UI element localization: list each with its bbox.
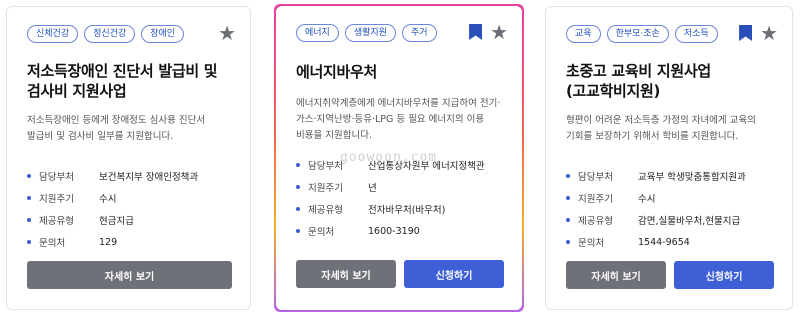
info-label: 담당부처 [39, 172, 74, 183]
bookmark-icon[interactable] [469, 24, 483, 40]
bullet-icon [27, 218, 31, 222]
apply-button[interactable]: 신청하기 [404, 260, 504, 288]
info-label: 제공유형 [39, 216, 74, 227]
info-row: 담당부처 교육부 학생맞춤통합지원과 [566, 165, 772, 187]
info-row: 제공유형 전자바우처(바우처) [296, 198, 502, 220]
info-row: 문의처 1544-9654 [566, 231, 772, 253]
info-value: 수시 [638, 194, 656, 205]
info-value: 전자바우처(바우처) [368, 205, 446, 216]
tag[interactable]: 생활지원 [344, 24, 396, 42]
favorite-star-icon[interactable]: ★ [490, 22, 508, 42]
info-row: 지원주기 수시 [27, 187, 230, 209]
bullet-icon [27, 174, 31, 178]
card-title[interactable]: 에너지바우처 [296, 62, 502, 84]
favorite-star-icon[interactable]: ★ [760, 23, 778, 43]
favorite-star-icon[interactable]: ★ [218, 23, 236, 43]
tag[interactable]: 신체건강 [27, 25, 79, 43]
apply-button[interactable]: 신청하기 [674, 261, 774, 289]
info-label: 문의처 [39, 238, 66, 249]
info-label: 문의처 [308, 227, 335, 238]
tag[interactable]: 정신건강 [84, 25, 136, 43]
tag[interactable]: 교육 [566, 25, 601, 43]
info-list: 담당부처 산업통상자원부 에너지정책관 지원주기 년 제공유형 전자바우처(바우… [296, 154, 502, 242]
info-row: 제공유형 감면,실물바우처,현물지급 [566, 209, 772, 231]
info-value: 현금지급 [99, 216, 134, 227]
service-card[interactable]: 신체건강 정신건강 장애인 ★ 저소득장애인 진단서 발급비 및 검사비 지원사… [6, 6, 251, 310]
bullet-icon [566, 174, 570, 178]
info-value: 년 [368, 183, 377, 194]
service-card[interactable]: 교육 한부모·조손 저소득 ★ 초중고 교육비 지원사업(고교학비지원) 형편이… [545, 6, 793, 310]
bullet-icon [566, 196, 570, 200]
info-row: 지원주기 수시 [566, 187, 772, 209]
info-label: 제공유형 [308, 205, 343, 216]
info-list: 담당부처 보건복지부 장애인정책과 지원주기 수시 제공유형 현금지급 문의처 … [27, 165, 230, 253]
bullet-icon [296, 207, 300, 211]
bullet-icon [296, 229, 300, 233]
card-title[interactable]: 초중고 교육비 지원사업(고교학비지원) [566, 61, 772, 103]
info-row: 문의처 1600-3190 [296, 220, 502, 242]
bullet-icon [296, 163, 300, 167]
info-value: 교육부 학생맞춤통합지원과 [638, 172, 746, 183]
tag[interactable]: 한부모·조손 [606, 25, 669, 43]
info-label: 지원주기 [39, 194, 74, 205]
info-label: 제공유형 [578, 216, 613, 227]
bullet-icon [566, 218, 570, 222]
info-value: 수시 [99, 194, 117, 205]
detail-button[interactable]: 자세히 보기 [566, 261, 666, 289]
info-row: 문의처 129 [27, 231, 230, 253]
info-value: 1544-9654 [638, 236, 690, 248]
detail-button[interactable]: 자세히 보기 [27, 261, 232, 289]
bookmark-icon[interactable] [739, 25, 753, 41]
bullet-icon [566, 240, 570, 244]
info-row: 제공유형 현금지급 [27, 209, 230, 231]
tag[interactable]: 장애인 [141, 25, 185, 43]
info-row: 담당부처 보건복지부 장애인정책과 [27, 165, 230, 187]
info-label: 문의처 [578, 238, 605, 249]
tag[interactable]: 주거 [401, 24, 437, 42]
card-description: 저소득장애인 등에게 장애정도 심사용 진단서 발급비 및 검사비 일부를 지원… [27, 115, 206, 142]
info-label: 담당부처 [578, 172, 613, 183]
info-label: 지원주기 [308, 183, 343, 194]
card-description: 형편이 어려운 저소득층 가정의 자녀에게 교육의 기회를 보장하기 위해서 학… [566, 115, 756, 142]
bullet-icon [296, 185, 300, 189]
detail-button[interactable]: 자세히 보기 [296, 260, 396, 288]
bullet-icon [27, 240, 31, 244]
tag-list: 신체건강 정신건강 장애인 [27, 25, 230, 43]
bullet-icon [27, 196, 31, 200]
info-label: 지원주기 [578, 194, 613, 205]
card-title[interactable]: 저소득장애인 진단서 발급비 및 검사비 지원사업 [27, 61, 230, 103]
info-value: 감면,실물바우처,현물지급 [638, 216, 741, 227]
info-row: 지원주기 년 [296, 176, 502, 198]
info-value: 보건복지부 장애인정책과 [99, 172, 199, 183]
info-value: 129 [99, 236, 118, 248]
info-value: 1600-3190 [368, 225, 420, 237]
tag[interactable]: 에너지 [296, 24, 339, 42]
info-list: 담당부처 교육부 학생맞춤통합지원과 지원주기 수시 제공유형 감면,실물바우처… [566, 165, 772, 253]
card-description: 에너지취약계층에게 에너지바우처를 지급하여 전기·가스·지역난방·등유·LPG… [296, 98, 501, 141]
watermark: goowoon.com [340, 150, 438, 165]
tag[interactable]: 저소득 [674, 25, 718, 43]
